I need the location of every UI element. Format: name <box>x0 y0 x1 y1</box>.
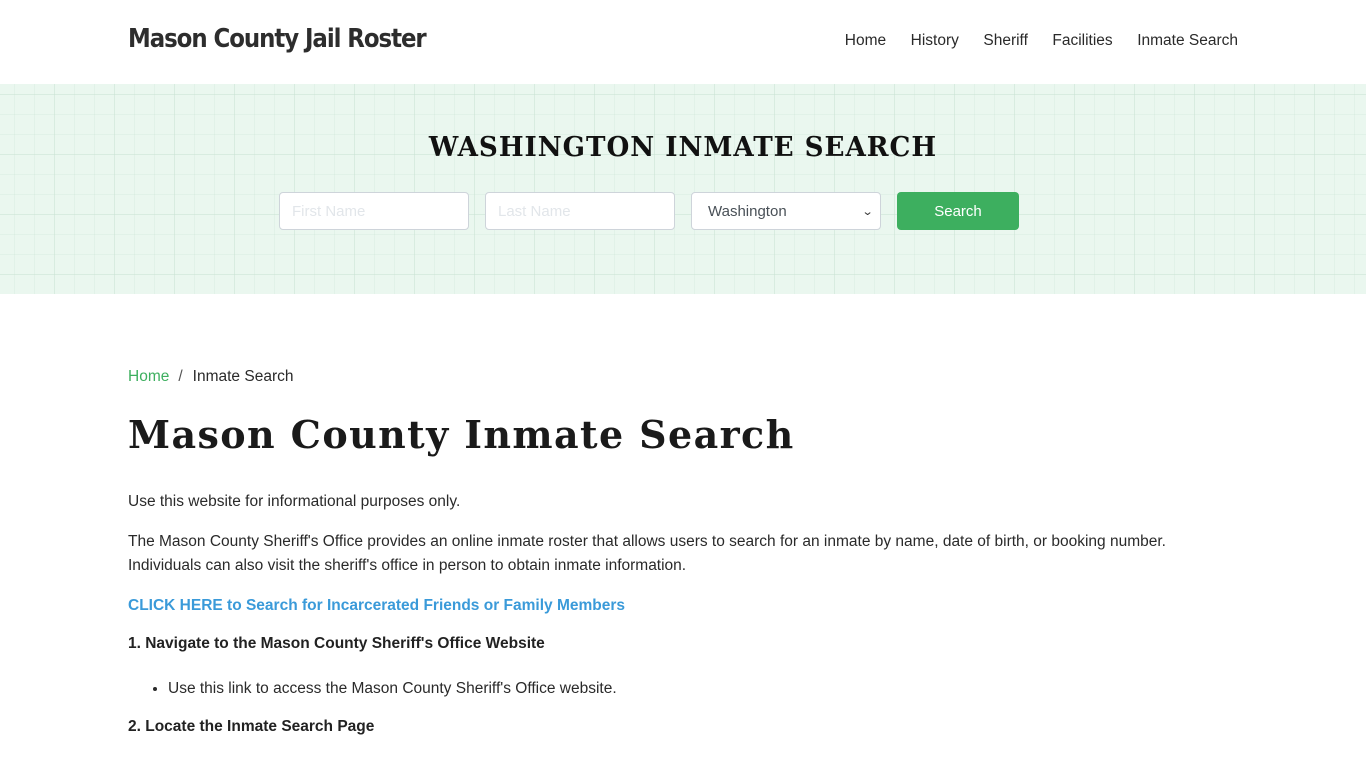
intro-paragraph: The Mason County Sheriff's Office provid… <box>128 533 1166 574</box>
step-1-heading: 1. Navigate to the Mason County Sheriff'… <box>128 635 545 652</box>
inmate-search-form: Washington ⌄ Search <box>279 192 1019 230</box>
search-friends-family-link[interactable]: CLICK HERE to Search for Incarcerated Fr… <box>128 594 1238 618</box>
nav-inmate-search[interactable]: Inmate Search <box>1137 32 1238 50</box>
last-name-input[interactable] <box>485 192 675 230</box>
search-button[interactable]: Search <box>897 192 1019 230</box>
first-name-input[interactable] <box>279 192 469 230</box>
breadcrumb-separator: / <box>178 368 183 385</box>
main-content: Home / Inmate Search Mason County Inmate… <box>128 294 1238 739</box>
hero-title: WASHINGTON INMATE SEARCH <box>428 132 938 163</box>
state-select-value: Washington <box>708 202 787 220</box>
nav-history[interactable]: History <box>911 32 959 50</box>
site-brand-logo[interactable]: Mason County Jail Roster <box>128 24 427 54</box>
breadcrumb: Home / Inmate Search <box>128 368 1238 386</box>
hero-search-section: WASHINGTON INMATE SEARCH Washington ⌄ Se… <box>0 84 1366 294</box>
chevron-down-icon: ⌄ <box>861 205 874 218</box>
nav-facilities[interactable]: Facilities <box>1052 32 1112 50</box>
main-nav: Home History Sheriff Facilities Inmate S… <box>820 32 1238 50</box>
state-select[interactable]: Washington ⌄ <box>691 192 881 230</box>
breadcrumb-home-link[interactable]: Home <box>128 368 169 386</box>
disclaimer-text: Use this website for informational purpo… <box>128 493 461 510</box>
step-2-heading: 2. Locate the Inmate Search Page <box>128 718 375 735</box>
nav-sheriff[interactable]: Sheriff <box>983 32 1028 50</box>
list-item: Use this link to access the Mason County… <box>168 677 1238 701</box>
breadcrumb-current: Inmate Search <box>192 368 294 385</box>
site-header: Mason County Jail Roster Home History Sh… <box>0 0 1366 84</box>
page-title: Mason County Inmate Search <box>128 412 795 457</box>
nav-home[interactable]: Home <box>845 32 886 50</box>
step-1-list: Use this link to access the Mason County… <box>128 677 1238 701</box>
